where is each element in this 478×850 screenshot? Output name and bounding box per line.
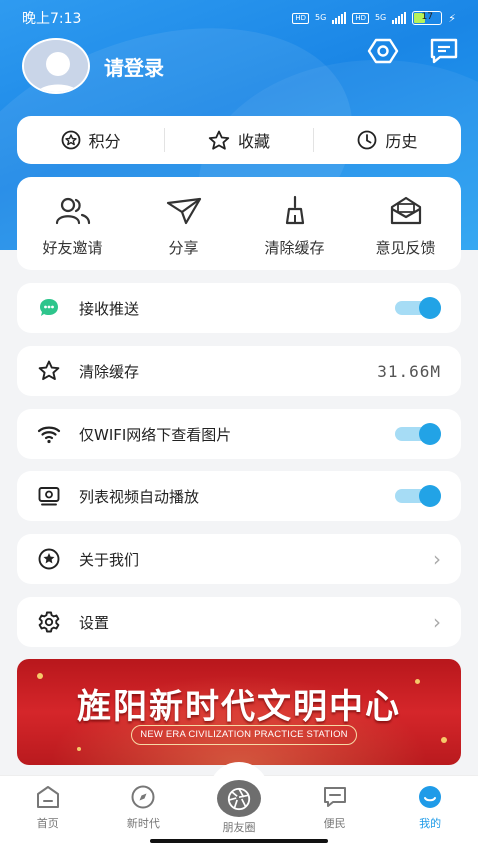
stat-points-label: 积分: [88, 132, 121, 151]
setting-label: 仅WIFI网络下查看图片: [79, 425, 232, 444]
hd-badge-2: HD: [352, 12, 369, 24]
status-bar: 晚上7:13 HD 5G HD 5G 17 ⚡: [0, 0, 478, 36]
clock-icon: [357, 130, 377, 150]
stat-favorites-label: 收藏: [237, 132, 270, 151]
tool-clear-cache-label: 清除缓存: [264, 239, 325, 257]
home-indicator: [0, 835, 478, 850]
tab-home[interactable]: 首页: [0, 776, 96, 835]
setting-label: 设置: [79, 613, 110, 632]
battery-level: 17: [421, 12, 433, 22]
setting-row-settings[interactable]: 设置 ›: [17, 597, 461, 647]
setting-row-push: 接收推送: [17, 283, 461, 333]
autoplay-toggle[interactable]: [395, 485, 441, 507]
smile-icon: [419, 786, 442, 808]
star-icon: [208, 130, 230, 150]
cache-size-value: 31.66M: [377, 361, 441, 381]
chat-green-icon: [37, 296, 61, 320]
hd-badge: HD: [292, 12, 310, 24]
chat-bubble-icon[interactable]: [428, 36, 460, 66]
home-icon: [36, 786, 59, 808]
chevron-right-icon: ›: [433, 547, 441, 571]
charging-icon: ⚡: [448, 11, 456, 25]
tool-invite-label: 好友邀请: [42, 239, 103, 257]
signal-icon: [332, 12, 347, 24]
tab-moments-label: 朋友圈: [222, 821, 256, 834]
chevron-right-icon: ›: [433, 610, 441, 634]
setting-row-about[interactable]: 关于我们 ›: [17, 534, 461, 584]
banner-subtitle: NEW ERA CIVILIZATION PRACTICE STATION: [131, 725, 357, 745]
tool-feedback[interactable]: 意见反馈: [350, 177, 461, 270]
promo-banner[interactable]: 旌阳新时代文明中心 NEW ERA CIVILIZATION PRACTICE …: [17, 659, 461, 765]
tab-home-label: 首页: [36, 817, 59, 830]
hexagon-settings-icon[interactable]: [367, 36, 399, 66]
tool-invite-friends[interactable]: 好友邀请: [17, 177, 128, 270]
battery-icon: 17: [412, 11, 443, 25]
wifi-icon: [37, 422, 61, 446]
tab-mine-label: 我的: [419, 817, 442, 830]
stat-history[interactable]: 历史: [314, 128, 461, 152]
stat-points[interactable]: 积分: [17, 128, 164, 152]
avatar[interactable]: [22, 38, 90, 94]
wifi-only-toggle[interactable]: [395, 423, 441, 445]
compass-icon: [131, 785, 155, 809]
tool-clear-cache[interactable]: 清除缓存: [239, 177, 350, 270]
tab-new-era[interactable]: 新时代: [96, 776, 192, 835]
broom-icon: [285, 195, 304, 225]
setting-label: 列表视频自动播放: [79, 487, 200, 506]
points-star-circle-icon: [61, 130, 81, 150]
signal-icon-2: [392, 12, 407, 24]
bottom-tab-bar: 首页 新时代 朋友圈 便民 我的: [0, 762, 478, 835]
setting-row-wifi: 仅WIFI网络下查看图片: [17, 409, 461, 459]
setting-row-cache[interactable]: 清除缓存 31.66M: [17, 346, 461, 396]
gear-icon: [37, 610, 61, 634]
tab-mine[interactable]: 我的: [382, 776, 478, 835]
setting-label: 清除缓存: [79, 362, 140, 381]
info-star-icon: [37, 547, 61, 571]
setting-label: 关于我们: [79, 550, 140, 569]
stat-favorites[interactable]: 收藏: [165, 128, 312, 152]
tab-moments[interactable]: 朋友圈: [191, 762, 287, 835]
stat-history-label: 历史: [385, 132, 418, 151]
tool-share[interactable]: 分享: [128, 177, 239, 270]
tool-feedback-label: 意见反馈: [375, 239, 436, 257]
tool-share-label: 分享: [168, 239, 199, 257]
friends-icon: [55, 197, 90, 225]
video-icon: [37, 484, 61, 508]
tab-convenience-label: 便民: [323, 817, 346, 830]
setting-row-autoplay: 列表视频自动播放: [17, 471, 461, 521]
avatar-placeholder-icon: [24, 40, 88, 92]
tab-new-era-label: 新时代: [126, 817, 160, 830]
push-toggle[interactable]: [395, 297, 441, 319]
setting-label: 接收推送: [79, 299, 140, 318]
network-type: 5G: [315, 13, 327, 22]
camera-shutter-icon: [216, 780, 261, 817]
star-outline-icon: [37, 359, 61, 383]
status-time: 晚上7:13: [22, 11, 82, 27]
mail-feedback-icon: [390, 196, 421, 225]
login-prompt[interactable]: 请登录: [104, 52, 164, 81]
message-icon: [323, 787, 346, 807]
banner-title: 旌阳新时代文明中心: [77, 687, 401, 727]
tools-card: 好友邀请 分享 清除缓存 意见反馈: [17, 177, 461, 270]
tab-convenience[interactable]: 便民: [287, 776, 383, 835]
paper-plane-icon: [166, 197, 201, 225]
stats-card: 积分 收藏 历史: [17, 116, 461, 164]
network-type-2: 5G: [374, 13, 387, 22]
